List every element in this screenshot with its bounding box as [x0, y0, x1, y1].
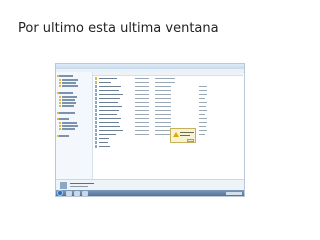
list-item[interactable] [95, 89, 235, 92]
list-item[interactable] [95, 113, 235, 116]
list-item[interactable] [95, 77, 235, 80]
file-icon [95, 121, 97, 124]
file-icon [95, 145, 97, 148]
taskbar-app-icon[interactable] [66, 191, 72, 196]
warning-dialog [170, 128, 196, 143]
taskbar-app-icon[interactable] [82, 191, 88, 196]
file-icon [95, 129, 97, 132]
list-item[interactable] [95, 145, 235, 148]
file-icon [95, 105, 97, 108]
list-item[interactable] [95, 85, 235, 88]
drive-icon [59, 122, 61, 124]
embedded-screenshot [55, 63, 245, 197]
nav-item[interactable] [62, 99, 75, 101]
nav-item[interactable] [59, 118, 69, 120]
nav-item[interactable] [62, 96, 77, 98]
navigation-pane [56, 72, 93, 179]
file-icon [95, 85, 97, 88]
nav-item[interactable] [59, 92, 73, 94]
folder-icon [59, 96, 61, 98]
file-icon [95, 97, 97, 100]
file-icon [95, 101, 97, 104]
list-item[interactable] [95, 97, 235, 100]
drive-icon [59, 125, 61, 127]
warning-icon [173, 132, 179, 137]
folder-icon [59, 79, 61, 81]
file-icon [95, 137, 97, 140]
list-item[interactable] [95, 105, 235, 108]
nav-item[interactable] [62, 125, 78, 127]
nav-item[interactable] [59, 112, 75, 114]
folder-icon [59, 85, 61, 87]
folder-icon [59, 102, 61, 104]
taskbar-app-icon[interactable] [74, 191, 80, 196]
file-icon [95, 113, 97, 116]
file-icon [95, 125, 97, 128]
file-icon [95, 89, 97, 92]
nav-item[interactable] [62, 82, 76, 84]
file-thumbnail-icon [60, 182, 67, 189]
folder-icon [95, 81, 97, 84]
list-item[interactable] [95, 133, 235, 136]
file-list [93, 72, 243, 179]
taskbar [56, 190, 244, 196]
nav-item[interactable] [62, 122, 77, 124]
list-item[interactable] [95, 141, 235, 144]
details-filetype [70, 186, 88, 187]
nav-item[interactable] [59, 135, 69, 137]
list-item[interactable] [95, 117, 235, 120]
list-item[interactable] [95, 101, 235, 104]
windows-start-icon[interactable] [57, 190, 63, 196]
file-icon [95, 117, 97, 120]
ok-button[interactable] [187, 139, 194, 142]
nav-item[interactable] [62, 128, 75, 130]
file-icon [95, 93, 97, 96]
details-filename [70, 183, 94, 184]
nav-item[interactable] [59, 75, 73, 77]
file-icon [95, 109, 97, 112]
drive-icon [59, 128, 61, 130]
system-tray[interactable] [226, 192, 242, 195]
nav-item[interactable] [62, 79, 78, 81]
folder-icon [95, 77, 97, 80]
nav-item[interactable] [62, 102, 76, 104]
list-item[interactable] [95, 81, 235, 84]
file-icon [95, 141, 97, 144]
list-item[interactable] [95, 125, 235, 128]
list-item[interactable] [95, 137, 235, 140]
folder-icon [59, 82, 61, 84]
folder-icon [59, 99, 61, 101]
column-headers[interactable] [93, 72, 243, 76]
list-item[interactable] [95, 93, 235, 96]
nav-item[interactable] [62, 85, 78, 87]
file-icon [95, 133, 97, 136]
list-item[interactable] [95, 109, 235, 112]
dialog-message [180, 135, 190, 136]
explorer-window [56, 64, 244, 179]
dialog-message [180, 132, 194, 133]
list-item[interactable] [95, 129, 235, 132]
nav-item[interactable] [62, 105, 74, 107]
folder-icon [59, 105, 61, 107]
slide-title: Por ultimo esta ultima ventana [18, 21, 219, 36]
list-item[interactable] [95, 121, 235, 124]
